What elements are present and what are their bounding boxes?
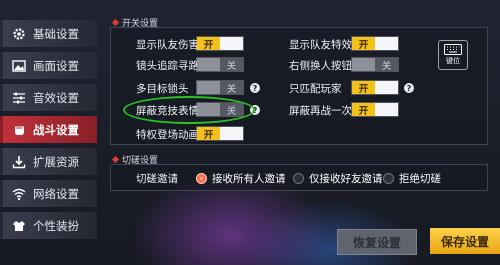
sliders-icon (12, 91, 26, 105)
toggle-privilege-animation[interactable]: 开 (196, 126, 244, 141)
toggle-show-teammate-damage[interactable]: 开 (196, 36, 244, 51)
row-privilege-animation: 特权登场动画 (136, 128, 199, 141)
toggle-match-players-only[interactable]: 开 (351, 80, 399, 95)
highlight-ring (123, 96, 255, 124)
key-binding-label: 键位 (446, 57, 460, 65)
toggle-right-swap-button[interactable]: 关 (351, 57, 399, 72)
row-match-players-only: 只匹配玩家 (289, 82, 342, 95)
row-camera-tracking: 镜头追踪寻路 (136, 59, 199, 72)
image-icon (12, 59, 26, 73)
sidebar-item-label: 扩展资源 (33, 154, 79, 169)
radio-refuse[interactable]: 拒绝切磋 (383, 171, 441, 186)
radio-icon (293, 173, 304, 184)
radio-icon (383, 173, 394, 184)
radio-friends-only[interactable]: 仅接收好友邀请 (293, 171, 383, 186)
costume-icon (12, 219, 26, 233)
fist-icon (12, 123, 26, 137)
sidebar-item-costume[interactable]: 个性装扮 (0, 212, 97, 239)
spar-invite-label: 切磋邀请 (136, 172, 178, 185)
help-icon[interactable]: ? (404, 83, 414, 93)
sidebar-item-combat[interactable]: 战斗设置 (0, 116, 97, 143)
sidebar-item-label: 基础设置 (33, 26, 79, 41)
sidebar-item-network[interactable]: 网络设置 (0, 180, 97, 207)
gear-icon (12, 27, 26, 41)
toggle-multi-target-lock[interactable]: 关 (196, 80, 244, 95)
save-settings-button[interactable]: 保存设置 (430, 228, 500, 254)
sidebar-item-label: 画面设置 (33, 58, 79, 73)
sidebar-item-label: 战斗设置 (33, 122, 79, 137)
sidebar-item-graphics[interactable]: 画面设置 (0, 52, 97, 79)
wifi-icon (12, 187, 26, 201)
row-right-swap-button: 右侧换人按钮 (289, 59, 352, 72)
toggle-show-teammate-effects[interactable]: 开 (351, 36, 399, 51)
row-show-teammate-damage: 显示队友伤害 (136, 38, 199, 51)
download-icon (12, 155, 26, 169)
sidebar-item-resources[interactable]: 扩展资源 (0, 148, 97, 175)
toggle-block-rematch[interactable]: 开 (351, 102, 399, 117)
key-binding-button[interactable]: 键位 (438, 40, 468, 70)
row-show-teammate-effects: 显示队友特效 (289, 38, 352, 51)
sidebar-item-label: 个性装扮 (33, 218, 79, 233)
sidebar-item-basic[interactable]: 基础设置 (0, 20, 97, 47)
help-icon[interactable]: ? (250, 83, 260, 93)
row-multi-target-lock: 多目标锁头 (136, 82, 189, 95)
radio-selected-icon (196, 173, 207, 184)
row-block-rematch: 屏蔽再战一次 (289, 104, 352, 117)
sidebar-item-audio[interactable]: 音效设置 (0, 84, 97, 111)
keyboard-icon (444, 44, 462, 55)
sidebar-item-label: 网络设置 (33, 186, 79, 201)
reset-settings-button[interactable]: 恢复设置 (337, 229, 417, 255)
sidebar-item-label: 音效设置 (33, 90, 79, 105)
toggle-camera-tracking[interactable]: 关 (196, 57, 244, 72)
radio-accept-all[interactable]: 接收所有人邀请 (196, 171, 286, 186)
